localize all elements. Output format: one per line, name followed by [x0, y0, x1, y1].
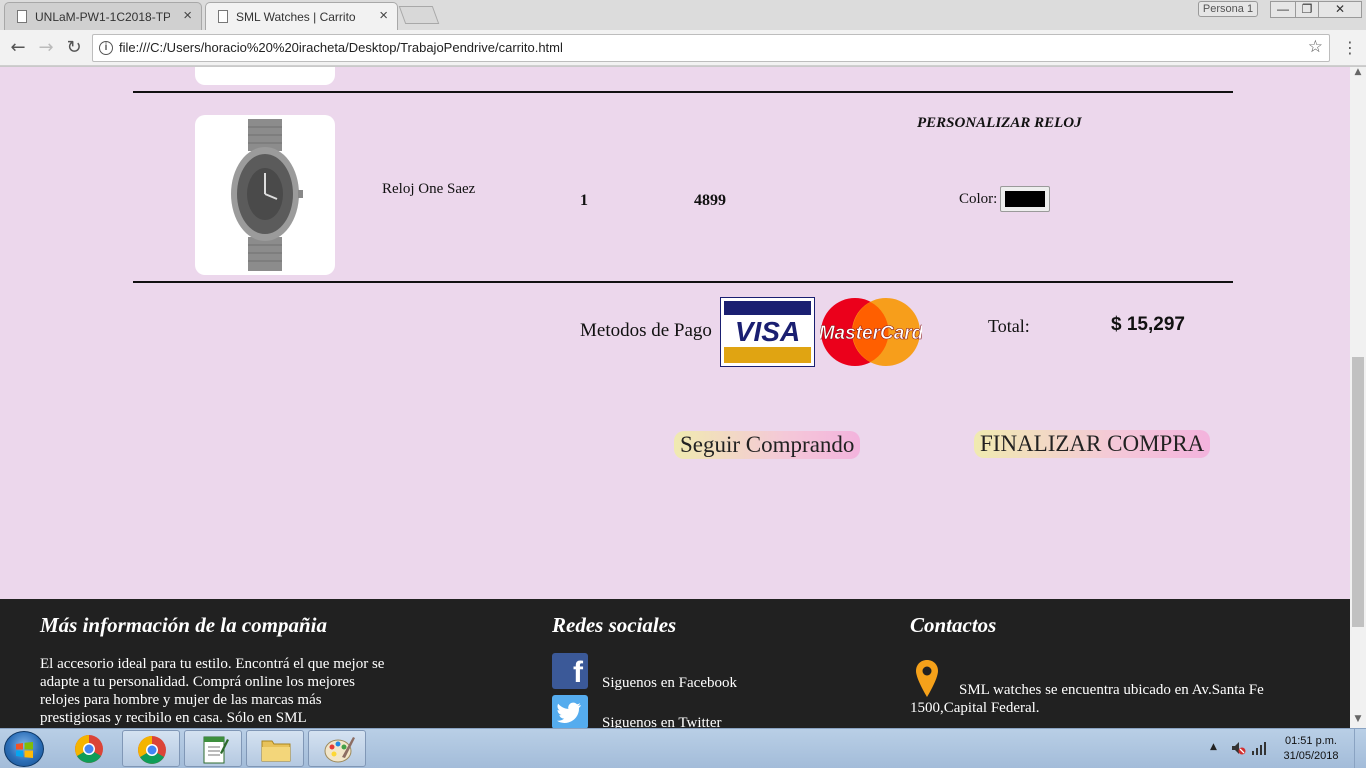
- page-scrollbar[interactable]: ▲ ▼: [1350, 67, 1366, 728]
- star-icon[interactable]: ☆: [1308, 37, 1323, 57]
- contact-text: SML watches se encuentra ubicado en Av.S…: [910, 682, 1264, 716]
- mastercard-logo: MasterCard: [818, 297, 924, 367]
- profile-button[interactable]: Persona 1: [1198, 1, 1258, 17]
- system-tray: ▲ 01:51 p.m. 31/05/2018: [1186, 729, 1366, 768]
- address-bar[interactable]: i file:///C:/Users/horacio%20%20iracheta…: [92, 34, 1330, 62]
- chrome-icon: [75, 735, 103, 763]
- tab-close-button[interactable]: ×: [183, 7, 192, 24]
- close-window-button[interactable]: ✕: [1318, 1, 1362, 18]
- twitter-link[interactable]: Siguenos en Twitter: [602, 715, 722, 728]
- url-text[interactable]: file:///C:/Users/horacio%20%20iracheta/D…: [119, 40, 563, 55]
- color-picker[interactable]: [1000, 186, 1050, 212]
- clock-time: 01:51 p.m.: [1285, 735, 1337, 747]
- tab-close-button[interactable]: ×: [379, 7, 388, 24]
- minimize-button[interactable]: —: [1270, 1, 1296, 18]
- scrollbar-thumb[interactable]: [1352, 357, 1364, 627]
- arrow-right-icon[interactable]: →: [34, 36, 58, 60]
- total-label: Total:: [988, 316, 1030, 336]
- taskbar-chrome[interactable]: [60, 730, 118, 767]
- notepad-icon: [203, 736, 229, 764]
- company-info-text: El accesorio ideal para tu estilo. Encon…: [40, 656, 385, 726]
- page-content: Reloj One Saez 1 4899 PERSONALIZAR RELOJ…: [0, 67, 1350, 728]
- scroll-down-icon[interactable]: ▼: [1350, 714, 1366, 728]
- facebook-link[interactable]: Siguenos en Facebook: [602, 675, 737, 692]
- windows-taskbar: ▲ 01:51 p.m. 31/05/2018: [0, 728, 1366, 768]
- show-desktop-button[interactable]: [1354, 729, 1366, 768]
- tab-strip: UNLaM-PW1-1C2018-TP × SML Watches | Carr…: [0, 0, 1366, 30]
- color-swatch: [1005, 191, 1045, 207]
- scroll-up-icon[interactable]: ▲: [1350, 67, 1366, 81]
- folder-icon: [261, 740, 291, 762]
- mastercard-text: MasterCard: [820, 323, 922, 344]
- site-footer: Más información de la compañia El acceso…: [0, 599, 1350, 728]
- taskbar-chrome-active[interactable]: [122, 730, 180, 767]
- taskbar-file-explorer[interactable]: [246, 730, 304, 767]
- tab-carrito[interactable]: SML Watches | Carrito ×: [205, 2, 398, 30]
- twitter-icon[interactable]: [552, 695, 588, 728]
- taskbar-notepad[interactable]: [184, 730, 242, 767]
- paint-icon: [324, 737, 355, 763]
- clock[interactable]: 01:51 p.m. 31/05/2018: [1276, 734, 1346, 764]
- row-divider: [133, 281, 1233, 283]
- product-name: Reloj One Saez: [382, 181, 476, 197]
- product-price: 4899: [694, 192, 726, 209]
- payment-methods-label: Metodos de Pago: [580, 320, 712, 341]
- chrome-icon: [138, 736, 166, 764]
- contact-title: Contactos: [910, 613, 997, 637]
- taskbar-paint[interactable]: [308, 730, 366, 767]
- tab-unlam[interactable]: UNLaM-PW1-1C2018-TP ×: [4, 2, 202, 30]
- tab-title: UNLaM-PW1-1C2018-TP: [35, 10, 170, 24]
- browser-toolbar: ← → ↻ i file:///C:/Users/horacio%20%20ir…: [0, 30, 1366, 66]
- network-signal-icon[interactable]: [1252, 741, 1268, 755]
- show-hidden-icons-icon[interactable]: ▲: [1210, 742, 1217, 752]
- arrow-left-icon[interactable]: ←: [6, 36, 30, 60]
- clock-date: 31/05/2018: [1283, 750, 1339, 762]
- watch-icon: [231, 119, 303, 271]
- previous-product-image: [195, 67, 335, 85]
- product-quantity: 1: [580, 192, 588, 209]
- document-icon: [17, 10, 27, 23]
- total-value: $ 15,297: [1111, 314, 1185, 335]
- speaker-muted-icon[interactable]: [1230, 740, 1246, 756]
- visa-text: VISA: [735, 316, 800, 347]
- facebook-icon[interactable]: f: [552, 653, 588, 689]
- info-icon[interactable]: i: [99, 41, 113, 55]
- company-info-title: Más información de la compañia: [40, 613, 328, 637]
- row-divider: [133, 91, 1233, 93]
- tab-title: SML Watches | Carrito: [236, 10, 356, 24]
- reload-icon[interactable]: ↻: [62, 36, 86, 60]
- kebab-menu-icon[interactable]: ⋮: [1342, 38, 1358, 58]
- start-button[interactable]: [4, 731, 44, 767]
- checkout-button[interactable]: FINALIZAR COMPRA: [974, 430, 1211, 458]
- product-image: [195, 115, 335, 275]
- new-tab-button[interactable]: [398, 6, 440, 24]
- continue-shopping-button[interactable]: Seguir Comprando: [674, 431, 861, 459]
- personalize-title: PERSONALIZAR RELOJ: [917, 115, 1082, 131]
- color-label: Color:: [959, 191, 998, 207]
- restore-button[interactable]: ❐: [1295, 1, 1319, 18]
- document-icon: [218, 10, 228, 23]
- windows-logo-icon: [16, 742, 33, 758]
- visa-logo: VISA: [720, 297, 815, 367]
- social-title: Redes sociales: [552, 613, 677, 637]
